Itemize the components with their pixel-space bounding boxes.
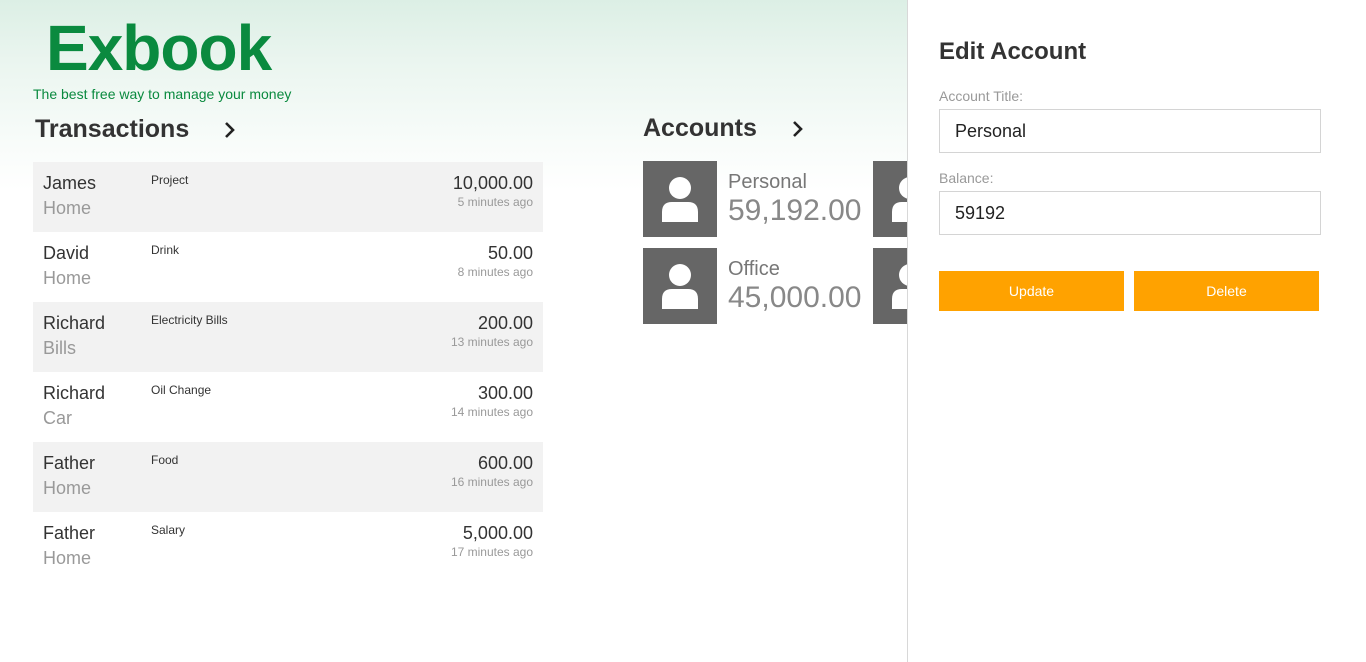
user-icon (892, 177, 907, 222)
transaction-row[interactable]: Father Home Food 600.00 16 minutes ago (33, 442, 543, 512)
transaction-account: Home (43, 198, 92, 218)
accounts-header: Accounts (643, 114, 811, 143)
account-name: Personal (728, 171, 807, 193)
balance-input[interactable] (939, 191, 1321, 235)
chevron-right-icon[interactable] (217, 117, 243, 143)
transaction-category: Electricity Bills (151, 313, 228, 327)
transaction-time: 13 minutes ago (450, 335, 533, 349)
transaction-payee: David (43, 243, 90, 263)
transaction-amount: 10,000.00 (452, 173, 533, 193)
account-title-input[interactable] (939, 109, 1321, 153)
transaction-row[interactable]: Father Home Salary 5,000.00 17 minutes a… (33, 512, 543, 582)
chevron-right-icon[interactable] (785, 116, 811, 142)
transaction-row[interactable]: Richard Car Oil Change 300.00 14 minutes… (33, 372, 543, 442)
transaction-row[interactable]: David Home Drink 50.00 8 minutes ago (33, 232, 543, 302)
account-title-label: Account Title: (939, 88, 1024, 104)
transaction-payee: James (43, 173, 97, 193)
transaction-account: Home (43, 268, 92, 288)
transaction-amount: 600.00 (477, 453, 533, 473)
transactions-header: Transactions (35, 115, 243, 144)
account-balance: 45,000.00 (728, 281, 862, 314)
transaction-amount: 200.00 (477, 313, 533, 333)
transaction-time: 5 minutes ago (457, 195, 533, 209)
transaction-category: Project (151, 173, 189, 187)
transaction-category: Drink (151, 243, 180, 257)
user-icon (892, 264, 907, 309)
account-tile-partial[interactable] (873, 161, 907, 237)
user-icon (643, 248, 717, 324)
transaction-account: Home (43, 478, 92, 498)
logo: Exbook The best free way to manage your … (33, 14, 291, 102)
panel-title: Edit Account (939, 38, 1087, 65)
logo-tagline: The best free way to manage your money (33, 86, 292, 102)
accounts-title: Accounts (643, 114, 757, 142)
app-root: Exbook The best free way to manage your … (0, 0, 1366, 662)
transaction-row[interactable]: James Home Project 10,000.00 5 minutes a… (33, 162, 543, 232)
edit-account-panel: Edit Account Account Title: Balance: Upd… (907, 0, 1366, 662)
transaction-amount: 300.00 (477, 383, 533, 403)
transaction-time: 17 minutes ago (450, 545, 533, 559)
transaction-payee: Father (43, 523, 96, 543)
account-balance: 59,192.00 (728, 194, 862, 227)
transaction-time: 14 minutes ago (450, 405, 533, 419)
transaction-time: 8 minutes ago (457, 265, 533, 279)
transaction-row[interactable]: Richard Bills Electricity Bills 200.00 1… (33, 302, 543, 372)
account-tile-personal[interactable]: Personal 59,192.00 (643, 161, 868, 237)
transaction-account: Home (43, 548, 92, 568)
account-tile-office[interactable]: Office 45,000.00 (643, 248, 868, 324)
account-tile-partial[interactable] (873, 248, 907, 324)
transaction-amount: 50.00 (487, 243, 533, 263)
transaction-payee: Richard (43, 383, 106, 403)
transaction-account: Car (43, 408, 73, 428)
transaction-payee: Richard (43, 313, 106, 333)
transaction-account: Bills (43, 338, 77, 358)
transaction-category: Food (151, 453, 179, 467)
transaction-category: Salary (151, 523, 186, 537)
user-icon (643, 161, 717, 237)
transaction-time: 16 minutes ago (450, 475, 533, 489)
transaction-payee: Father (43, 453, 96, 473)
logo-title: Exbook (46, 12, 272, 84)
transaction-category: Oil Change (151, 383, 212, 397)
delete-button[interactable]: Delete (1134, 271, 1319, 311)
balance-label: Balance: (939, 170, 994, 186)
transactions-title: Transactions (35, 115, 190, 143)
transaction-amount: 5,000.00 (462, 523, 533, 543)
update-button[interactable]: Update (939, 271, 1124, 311)
account-name: Office (728, 258, 780, 280)
transactions-list: James Home Project 10,000.00 5 minutes a… (33, 162, 543, 582)
